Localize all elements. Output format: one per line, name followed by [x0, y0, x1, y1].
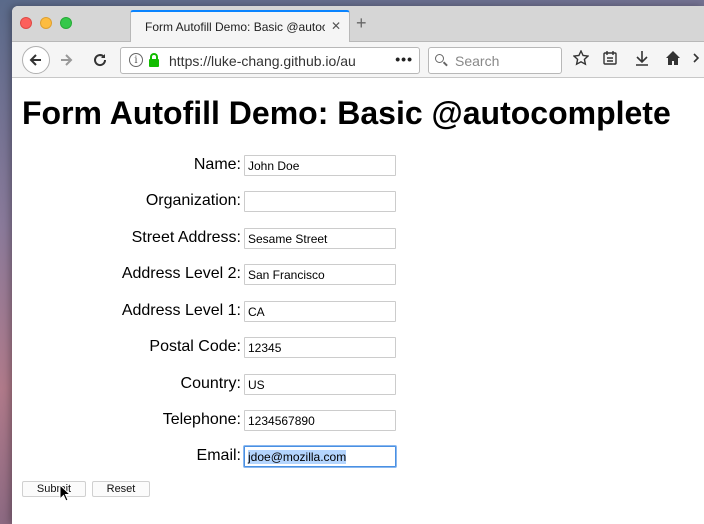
form-row-address-level-1: Address Level 1:	[12, 301, 412, 323]
back-button[interactable]	[22, 46, 50, 74]
form-row-street-address: Street Address:	[12, 228, 412, 250]
email-input[interactable]: jdoe@mozilla.com	[244, 446, 396, 467]
search-bar[interactable]: Search	[428, 47, 562, 74]
reset-button[interactable]: Reset	[92, 481, 150, 497]
library-icon[interactable]	[602, 50, 618, 71]
active-tab[interactable]: Form Autofill Demo: Basic @autoc ✕	[130, 10, 350, 42]
search-icon	[435, 54, 448, 67]
country-input[interactable]	[244, 374, 396, 395]
tab-title: Form Autofill Demo: Basic @autoc	[145, 20, 325, 34]
form-row-organization: Organization:	[12, 191, 412, 213]
name-input[interactable]	[244, 155, 396, 176]
forward-arrow-icon	[61, 54, 73, 66]
search-placeholder[interactable]: Search	[455, 53, 499, 69]
new-tab-button[interactable]: +	[356, 14, 367, 32]
bookmark-star-icon[interactable]	[572, 49, 590, 71]
telephone-input[interactable]	[244, 410, 396, 431]
url-text[interactable]: https://luke-chang.github.io/au	[169, 53, 391, 69]
organization-label: Organization:	[145, 192, 241, 209]
lock-icon[interactable]	[149, 53, 159, 67]
reload-icon	[94, 54, 107, 67]
form-row-email: Email: jdoe@mozilla.com	[12, 446, 412, 468]
nav-toolbar: i https://luke-chang.github.io/au ••• Se…	[12, 42, 704, 78]
page-actions-icon[interactable]: •••	[395, 51, 413, 67]
page-title: Form Autofill Demo: Basic @autocomplete	[22, 95, 671, 131]
email-selected-value: jdoe@mozilla.com	[248, 450, 347, 464]
organization-input[interactable]	[244, 191, 396, 212]
street-address-input[interactable]	[244, 228, 396, 249]
email-label: Email:	[196, 447, 241, 464]
download-icon[interactable]	[634, 50, 650, 71]
tab-strip: Form Autofill Demo: Basic @autoc ✕ +	[12, 6, 704, 42]
mouse-cursor-icon	[59, 484, 71, 502]
telephone-label: Telephone:	[162, 411, 241, 428]
form-row-country: Country:	[12, 374, 412, 396]
form-row-address-level-2: Address Level 2:	[12, 264, 412, 286]
address-level-1-input[interactable]	[244, 301, 396, 322]
address-level-2-input[interactable]	[244, 264, 396, 285]
postal-code-label: Postal Code:	[149, 338, 241, 355]
address-level-1-label: Address Level 1:	[121, 302, 241, 319]
form-row-telephone: Telephone:	[12, 410, 412, 432]
url-bar[interactable]: i https://luke-chang.github.io/au •••	[120, 47, 420, 74]
overflow-chevron-icon[interactable]	[692, 50, 702, 71]
minimize-window-button[interactable]	[40, 17, 52, 29]
info-icon[interactable]: i	[129, 53, 143, 67]
address-level-2-label: Address Level 2:	[121, 265, 241, 282]
reload-button[interactable]	[88, 48, 112, 72]
close-window-button[interactable]	[20, 17, 32, 29]
name-label: Name:	[193, 156, 241, 173]
home-icon[interactable]	[665, 50, 681, 71]
form-row-postal-code: Postal Code:	[12, 337, 412, 359]
country-label: Country:	[180, 375, 241, 392]
form-row-name: Name:	[12, 155, 412, 177]
maximize-window-button[interactable]	[60, 17, 72, 29]
forward-button[interactable]	[54, 48, 78, 72]
browser-window: Form Autofill Demo: Basic @autoc ✕ + i h…	[12, 6, 704, 524]
page-content: Form Autofill Demo: Basic @autocomplete …	[12, 79, 704, 524]
submit-button[interactable]: Submit	[22, 481, 86, 497]
postal-code-input[interactable]	[244, 337, 396, 358]
back-arrow-icon	[29, 54, 41, 66]
tab-close-icon[interactable]: ✕	[331, 19, 341, 33]
street-address-label: Street Address:	[131, 229, 241, 246]
